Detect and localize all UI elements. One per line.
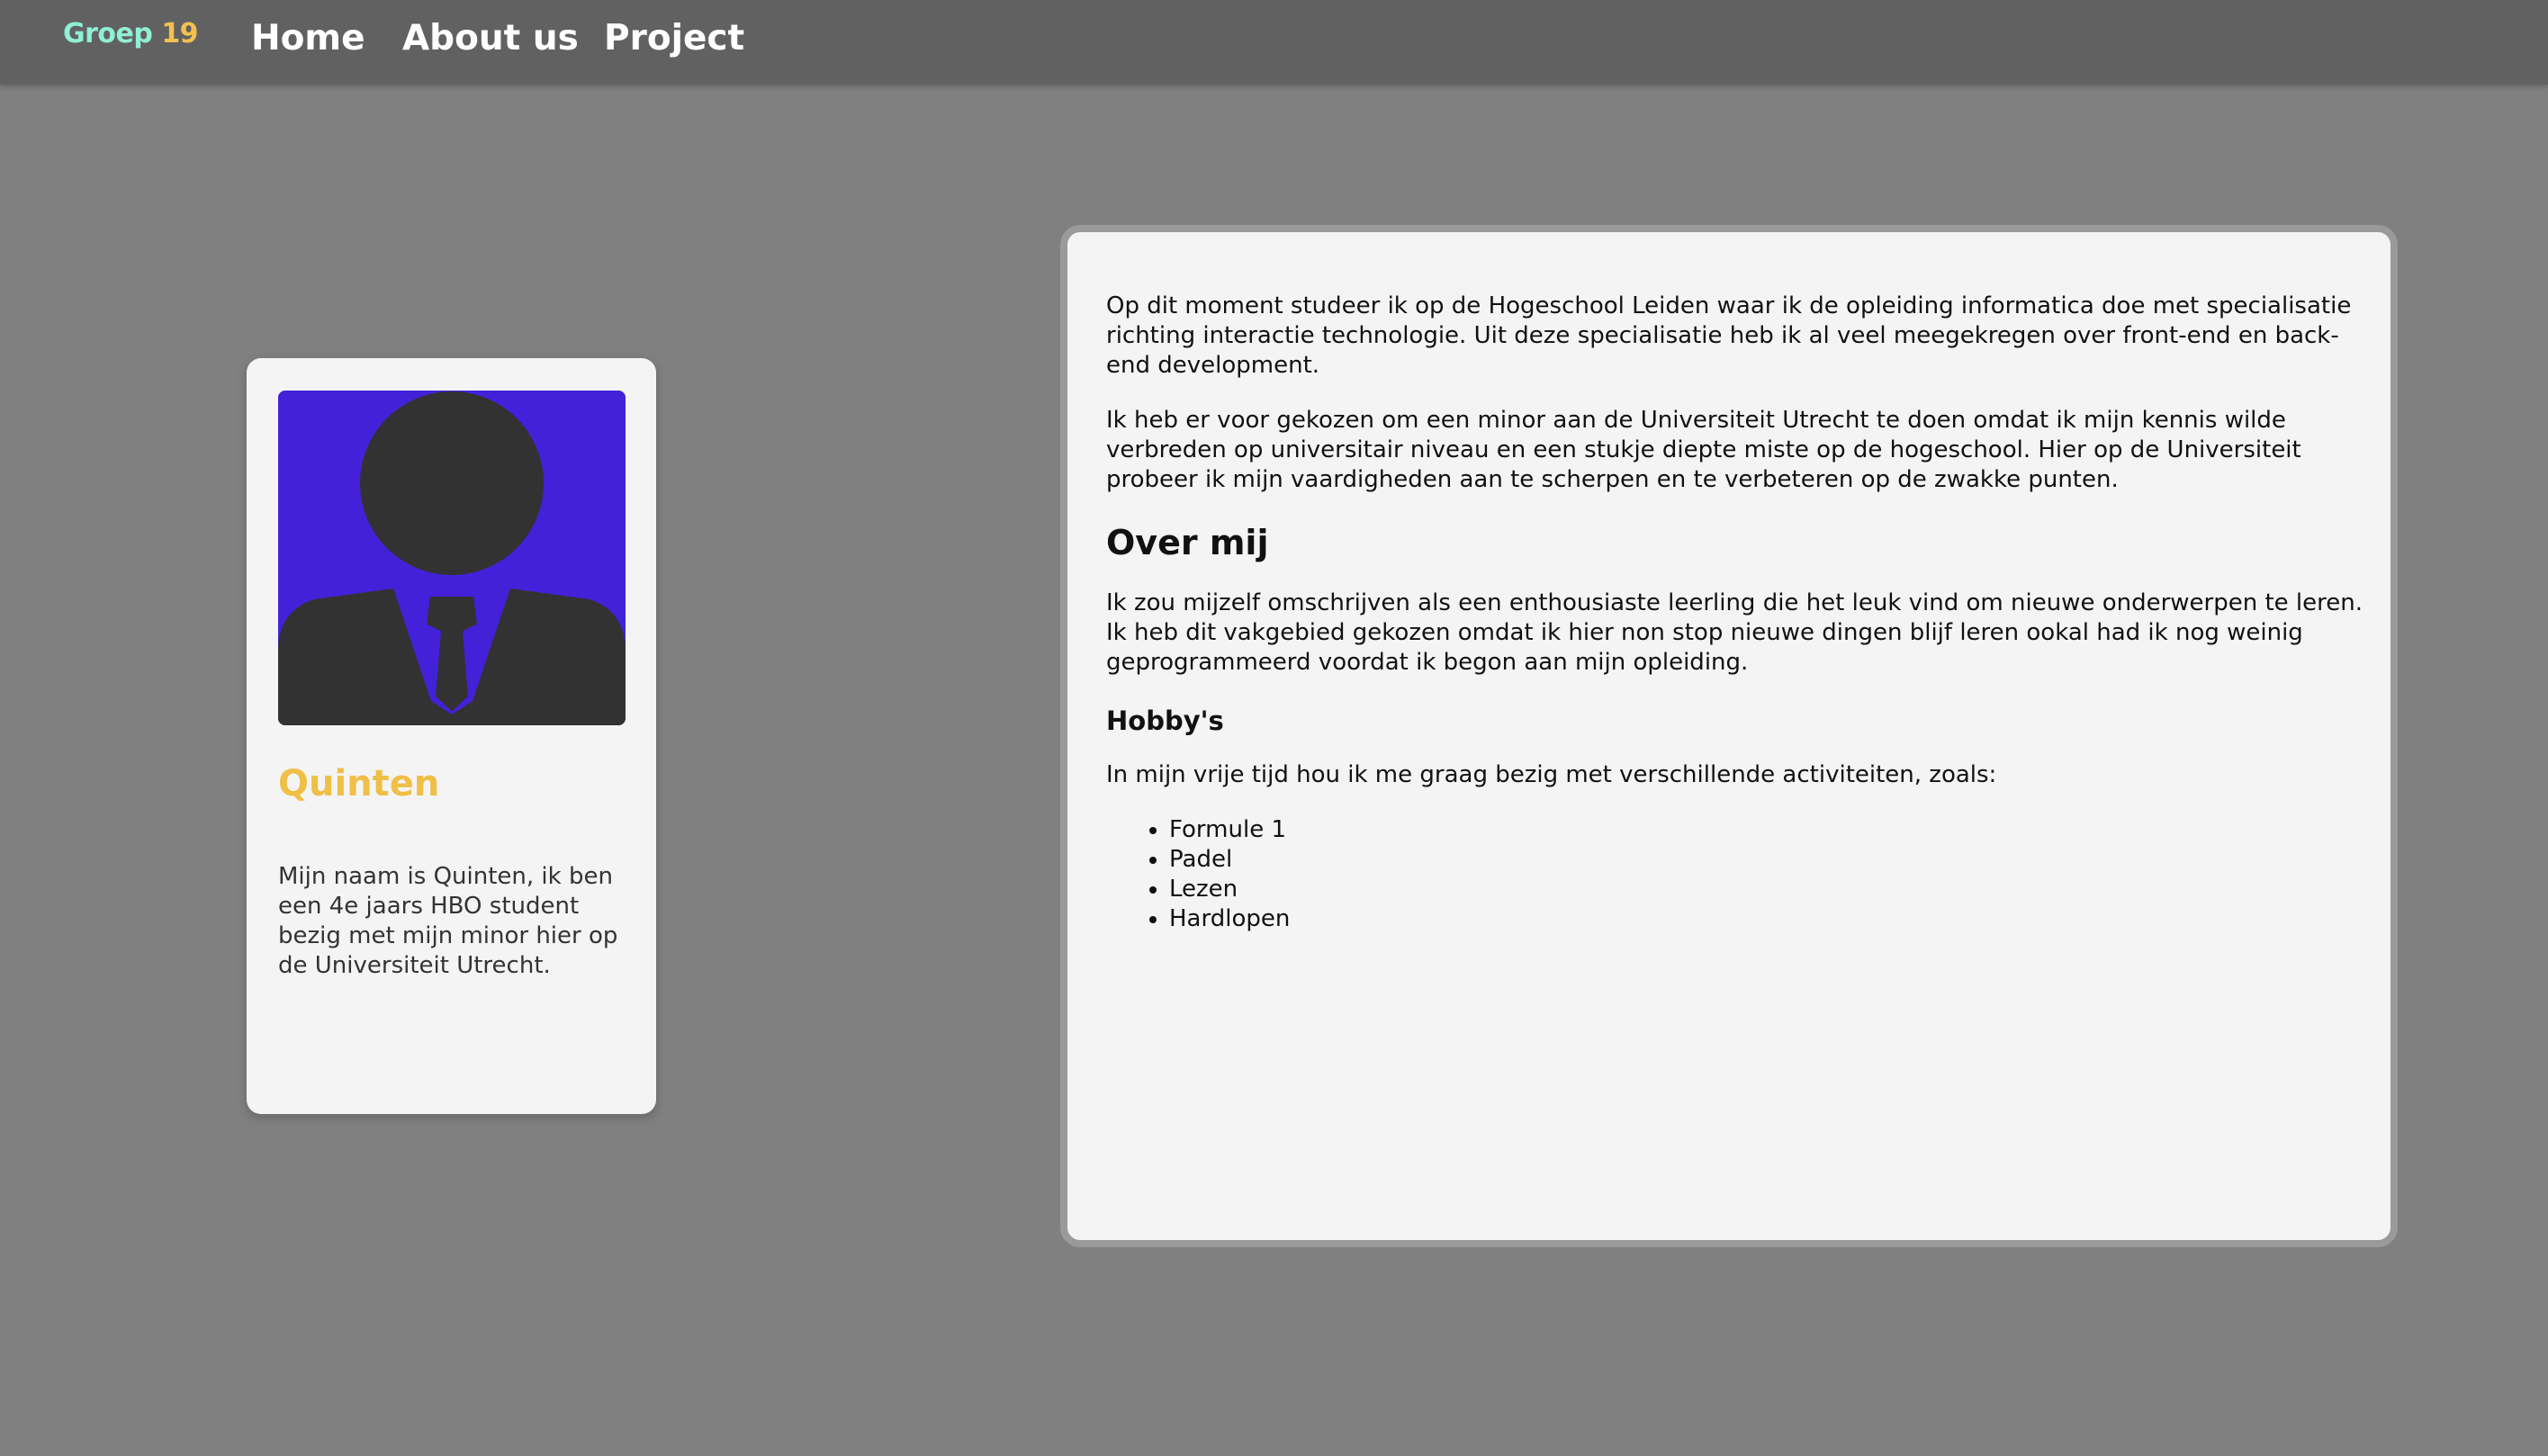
about-heading: Over mij xyxy=(1106,523,1269,562)
hobbies-heading: Hobby's xyxy=(1106,706,1224,736)
hobby-item: Lezen xyxy=(1169,875,2366,904)
logo-text-number: 19 xyxy=(161,18,199,49)
site-logo[interactable]: Groep 19 xyxy=(63,18,199,49)
profile-card: Quinten Mijn naam is Quinten, ik ben een… xyxy=(247,358,656,1114)
hobby-item: Padel xyxy=(1169,845,2366,875)
intro-paragraph-2: Ik heb er voor gekozen om een minor aan … xyxy=(1106,407,2301,493)
hobby-item: Formule 1 xyxy=(1169,815,2366,845)
hobbies-intro: In mijn vrije tijd hou ik me graag bezig… xyxy=(1106,761,1997,788)
top-navbar: Groep 19 Home About us Project xyxy=(0,0,2548,85)
hobby-list: Formule 1 Padel Lezen Hardlopen xyxy=(1106,815,2366,934)
person-silhouette-icon xyxy=(278,391,626,725)
content-card: Op dit moment studeer ik op de Hogeschoo… xyxy=(1060,225,2398,1247)
profile-bio: Mijn naam is Quinten, ik ben een 4e jaar… xyxy=(278,863,618,979)
about-paragraph: Ik zou mijzelf omschrijven als een entho… xyxy=(1106,589,2363,676)
intro-paragraph-1: Op dit moment studeer ik op de Hogeschoo… xyxy=(1106,292,2352,379)
nav-link-about-us[interactable]: About us xyxy=(402,18,579,58)
nav-link-project[interactable]: Project xyxy=(604,18,744,58)
nav-link-home[interactable]: Home xyxy=(251,18,365,58)
logo-text-groep: Groep xyxy=(63,18,153,49)
profile-name: Quinten xyxy=(278,763,440,804)
hobby-item: Hardlopen xyxy=(1169,904,2366,934)
content-body: Op dit moment studeer ik op de Hogeschoo… xyxy=(1106,292,2366,934)
